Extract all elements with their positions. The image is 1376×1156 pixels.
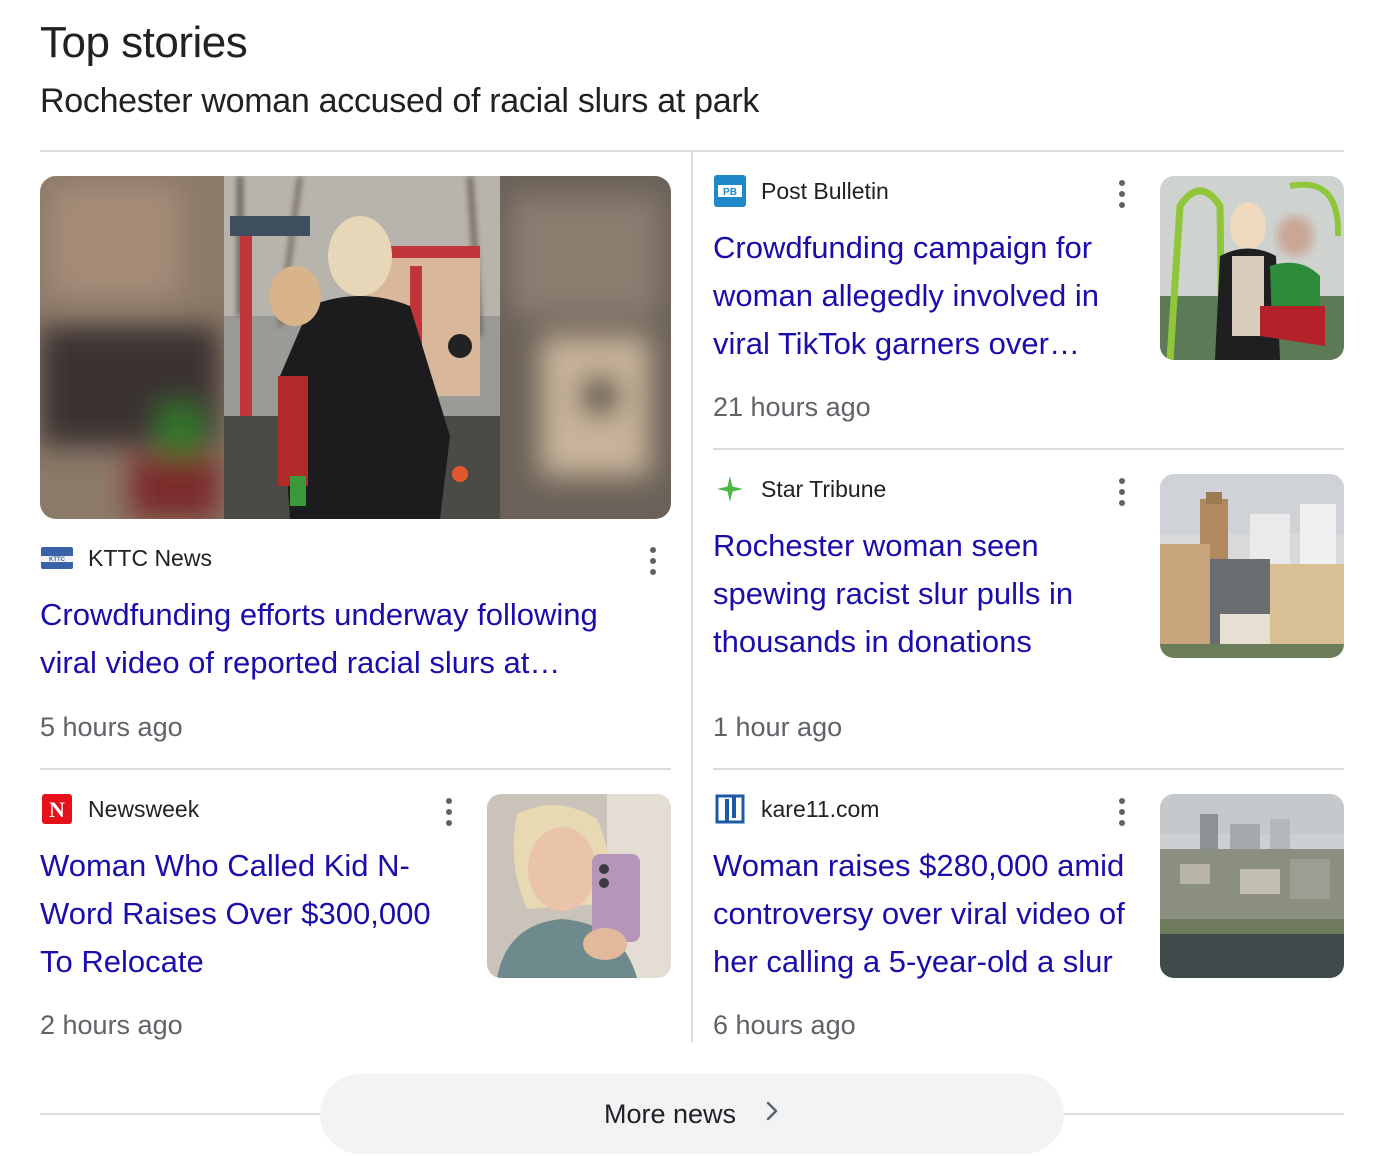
story-thumbnail-newsweek[interactable] xyxy=(487,794,671,978)
more-divider-left xyxy=(40,1113,330,1115)
story-source-post-bulletin[interactable]: PB Post Bulletin xyxy=(713,175,889,207)
pb-logo-icon: PB xyxy=(713,175,747,207)
more-divider-right xyxy=(1054,1113,1344,1115)
newsweek-logo-icon: N xyxy=(40,794,74,824)
story-headline-post-bulletin[interactable]: Crowdfunding campaign for woman allegedl… xyxy=(713,224,1133,368)
story-time: 6 hours ago xyxy=(713,1010,856,1040)
more-options-icon[interactable] xyxy=(1107,474,1137,510)
source-name: Star Tribune xyxy=(761,475,887,502)
section-subtitle[interactable]: Rochester woman accused of racial slurs … xyxy=(40,82,759,121)
kttc-logo-icon: KTTC xyxy=(40,543,74,573)
story-thumbnail-post-bulletin[interactable] xyxy=(1160,176,1344,360)
story-source-kare11[interactable]: kare11.com xyxy=(713,794,879,824)
more-options-icon[interactable] xyxy=(1107,176,1137,212)
section-title: Top stories xyxy=(40,18,248,67)
story-headline-kare11[interactable]: Woman raises $280,000 amid controversy o… xyxy=(713,842,1153,986)
more-options-icon[interactable] xyxy=(638,543,668,579)
story-thumbnail-kare11[interactable] xyxy=(1160,794,1344,978)
story-time: 1 hour ago xyxy=(713,712,843,742)
story-time: 2 hours ago xyxy=(40,1010,183,1040)
svg-text:N: N xyxy=(49,797,65,822)
more-news-button[interactable]: More news xyxy=(320,1074,1064,1154)
row-divider xyxy=(713,768,1344,770)
source-name: Newsweek xyxy=(88,795,200,822)
story-source-newsweek[interactable]: N Newsweek xyxy=(40,794,199,824)
source-name: KTTC News xyxy=(88,544,212,571)
story-headline-newsweek[interactable]: Woman Who Called Kid N-Word Raises Over … xyxy=(40,842,460,986)
story-headline-kttc[interactable]: Crowdfunding efforts underway following … xyxy=(40,591,660,687)
story-thumbnail-kttc[interactable] xyxy=(40,176,671,519)
row-divider xyxy=(713,448,1344,450)
story-thumbnail-star-tribune[interactable] xyxy=(1160,474,1344,658)
more-options-icon[interactable] xyxy=(1107,794,1137,830)
kare11-logo-icon xyxy=(713,794,747,824)
source-name: kare11.com xyxy=(761,795,880,822)
more-news-label: More news xyxy=(603,1098,737,1129)
more-options-icon[interactable] xyxy=(434,794,464,830)
story-headline-star-tribune[interactable]: Rochester woman seen spewing racist slur… xyxy=(713,522,1133,666)
svg-text:KTTC: KTTC xyxy=(49,557,66,563)
svg-text:PB: PB xyxy=(723,187,737,198)
star-tribune-logo-icon xyxy=(713,474,747,504)
story-source-star-tribune[interactable]: Star Tribune xyxy=(713,474,886,504)
source-name: Post Bulletin xyxy=(761,177,889,204)
story-source-kttc[interactable]: KTTC KTTC News xyxy=(40,543,212,573)
chevron-right-icon xyxy=(764,1099,780,1130)
story-time: 5 hours ago xyxy=(40,712,183,742)
story-time: 21 hours ago xyxy=(713,392,871,422)
row-divider xyxy=(40,768,671,770)
column-divider xyxy=(691,152,693,1042)
